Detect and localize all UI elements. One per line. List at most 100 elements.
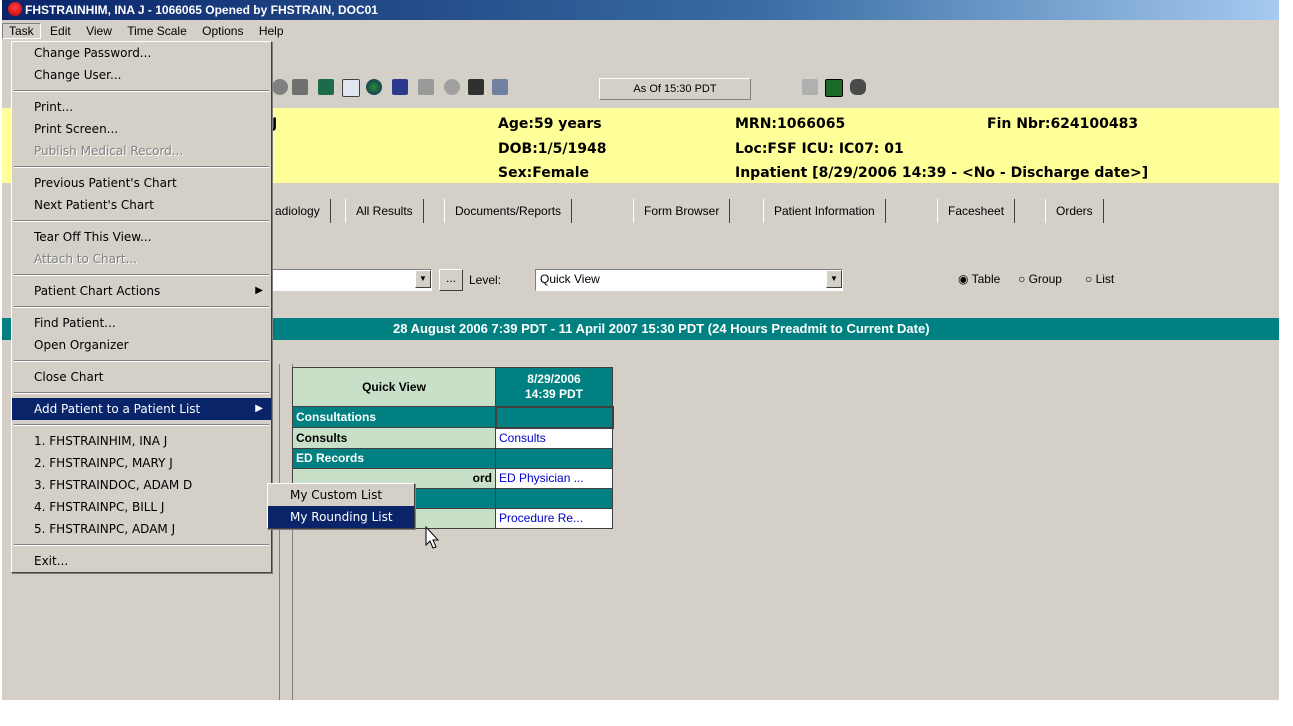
menu-item-label: Print... [34,100,74,114]
toolbar-disc-icon[interactable] [444,79,460,95]
menu-item-label: Attach to Chart... [34,252,138,266]
tab-form-browser[interactable]: Form Browser [633,199,731,223]
menu-item[interactable]: My Custom List [268,484,414,506]
grid-item-link[interactable]: Procedure Re... [495,507,613,529]
tab-all-results[interactable]: All Results [345,199,424,223]
menu-separator [14,392,269,394]
ellipsis-button[interactable]: ... [439,269,463,291]
radio-list[interactable]: ○ List [1085,272,1114,286]
menu-item[interactable]: Find Patient... [12,312,271,334]
as-of-button[interactable]: As Of 15:30 PDT [599,78,751,100]
left-panel-border [279,364,293,700]
menu-item[interactable]: Open Organizer [12,334,271,356]
menu-item[interactable]: Print Screen... [12,118,271,140]
menu-help[interactable]: Help [253,24,290,38]
tab-patient-information[interactable]: Patient Information [763,199,886,223]
toolbar-image-icon[interactable] [825,79,843,97]
tab-radiology[interactable]: adiology [264,199,331,223]
menu-separator [14,274,269,276]
menu-item[interactable]: Change User... [12,64,271,86]
menu-task[interactable]: Task [2,23,41,39]
grid-item-link[interactable]: Consults [495,427,613,449]
menu-item[interactable]: Add Patient to a Patient List ▶ [12,398,271,420]
grid-section-label: Consultations [292,406,496,428]
menu-item-label: Previous Patient's Chart [34,176,177,190]
chevron-down-icon[interactable]: ▼ [415,270,431,288]
grid-date-line2: 14:39 PDT [524,386,584,401]
submenu-arrow-icon: ▶ [255,285,263,296]
toolbar-eye-icon[interactable] [850,79,866,95]
menu-item[interactable]: 2. FHSTRAINPC, MARY J [12,452,271,474]
tab-orders[interactable]: Orders [1045,199,1104,223]
menu-item-label: Exit... [34,554,69,568]
grid-section-value [495,447,613,469]
grid-section-value [495,487,613,509]
menu-item: Attach to Chart... [12,248,271,270]
menu-separator [14,306,269,308]
tab-facesheet[interactable]: Facesheet [937,199,1016,223]
level-combo[interactable]: Quick View ▼ [535,269,843,291]
menu-item: Publish Medical Record... [12,140,271,162]
menu-item[interactable]: 1. FHSTRAINHIM, INA J [12,430,271,452]
toolbar-play-icon[interactable] [272,79,288,95]
menu-item[interactable]: Print... [12,96,271,118]
menu-item[interactable]: 3. FHSTRAINDOC, ADAM D [12,474,271,496]
patient-mrn: MRN:1066065 [735,116,846,132]
toolbar-flowsheet-icon[interactable] [318,79,334,95]
grid-section-label: ED Records [292,447,496,469]
menu-item[interactable]: Tear Off This View... [12,226,271,248]
menu-item-label: Next Patient's Chart [34,198,154,212]
grid-item-label: Consults [292,427,496,449]
menu-item[interactable]: Previous Patient's Chart [12,172,271,194]
menu-item-label: Add Patient to a Patient List [34,402,201,416]
grid-date-column: 8/29/2006 14:39 PDT [495,367,613,407]
toolbar-calculator-icon[interactable] [392,79,408,95]
menu-item-label: My Custom List [290,488,383,502]
menu-item-label: 3. FHSTRAINDOC, ADAM D [34,478,193,492]
menu-item[interactable]: My Rounding List [268,506,414,528]
menu-item[interactable]: Change Password... [12,42,271,64]
toolbar-printer-icon[interactable] [468,79,484,95]
menu-item[interactable]: Next Patient's Chart [12,194,271,216]
radio-group[interactable]: ○ Group [1018,272,1062,286]
menu-separator [14,424,269,426]
grid-section-value [494,405,614,429]
menu-options[interactable]: Options [196,24,249,38]
grid-item-link[interactable]: ED Physician ... [495,467,613,489]
task-menu: Change Password... Change User... Print...… [11,41,272,573]
level-value: Quick View [540,272,600,286]
chevron-down-icon[interactable]: ▼ [826,270,842,288]
menu-edit[interactable]: Edit [44,24,77,38]
menu-item[interactable]: 4. FHSTRAINPC, BILL J [12,496,271,518]
menu-view[interactable]: View [80,24,118,38]
menu-item[interactable]: Patient Chart Actions ▶ [12,280,271,302]
toolbar-globe-icon[interactable] [366,79,382,95]
menu-item-label: Publish Medical Record... [34,144,184,158]
date-range-text: 28 August 2006 7:39 PDT - 11 April 2007 … [393,321,930,336]
menu-item[interactable]: Close Chart [12,366,271,388]
menu-item[interactable]: 5. FHSTRAINPC, ADAM J [12,518,271,540]
table-row: Consultations [292,405,614,429]
app-icon [8,2,22,16]
toolbar-chart-icon[interactable] [802,79,818,95]
menu-item-label: 2. FHSTRAINPC, MARY J [34,456,173,470]
tab-documents-reports[interactable]: Documents/Reports [444,199,573,223]
torn-edge-right [1279,0,1293,726]
view-combo[interactable]: ▼ [264,269,432,291]
toolbar-help-icon[interactable] [492,79,508,95]
table-row: ED Records [292,447,613,469]
toolbar-notes-icon[interactable] [418,79,434,95]
menu-time-scale[interactable]: Time Scale [121,24,193,38]
patient-dob: DOB:1/5/1948 [498,141,607,157]
window-title: FHSTRAINHIM, INA J - 1066065 Opened by F… [25,3,378,17]
toolbar-window-icon[interactable] [342,79,360,97]
grid-header: Quick View [292,367,496,407]
patient-fin: Fin Nbr:624100483 [987,116,1139,132]
menu-item[interactable]: Exit... [12,550,271,572]
menu-separator [14,360,269,362]
menu-item-label: Change User... [34,68,122,82]
toolbar-stop-icon[interactable] [292,79,308,95]
menu-item-label: Change Password... [34,46,152,60]
radio-table[interactable]: ◉ Table [958,272,1000,286]
patient-sex: Sex:Female [498,165,590,181]
